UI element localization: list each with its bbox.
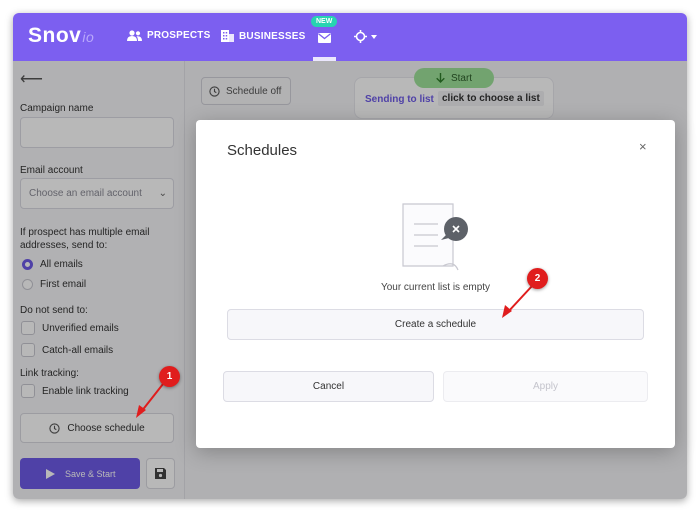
logo-text: Snov: [28, 24, 82, 47]
close-icon[interactable]: ×: [639, 139, 647, 154]
logo-suffix: io: [82, 29, 95, 45]
new-badge: NEW: [311, 16, 338, 27]
apply-button[interactable]: Apply: [443, 371, 648, 402]
people-icon: [127, 30, 142, 41]
cancel-button[interactable]: Cancel: [223, 371, 434, 402]
empty-list-message: Your current list is empty: [380, 282, 491, 293]
crosshair-icon: [354, 30, 367, 43]
caret-down-icon: [371, 34, 377, 39]
nav-businesses-label: BUSINESSES: [239, 30, 306, 42]
nav-email-campaigns[interactable]: [318, 30, 331, 48]
modal-title: Schedules: [227, 142, 298, 159]
snovio-logo[interactable]: Snovio: [28, 24, 94, 48]
top-navigation-bar: Snovio PROSPECTS BUSINESSES NEW: [13, 13, 687, 61]
schedules-modal: Schedules × Your current list is empty C…: [196, 120, 675, 448]
nav-prospects-label: PROSPECTS: [147, 30, 211, 41]
nav-tools-dropdown[interactable]: [354, 30, 377, 43]
callout-badge-1: 1: [159, 366, 180, 387]
nav-businesses[interactable]: BUSINESSES: [221, 30, 305, 42]
create-schedule-button[interactable]: Create a schedule: [227, 309, 644, 340]
building-icon: [221, 30, 234, 42]
nav-prospects[interactable]: PROSPECTS: [127, 30, 210, 41]
envelope-icon: [318, 33, 331, 43]
callout-badge-2: 2: [527, 268, 548, 289]
empty-document-icon: [402, 203, 468, 271]
